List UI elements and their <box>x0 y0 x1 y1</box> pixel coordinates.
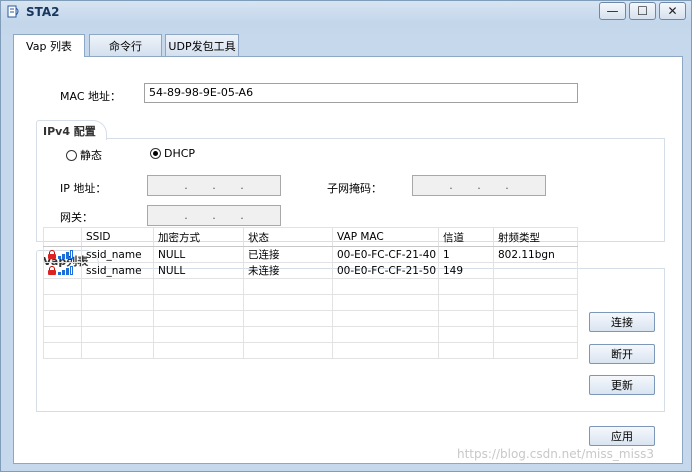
title-bar: STA2 — ☐ ✕ <box>1 1 691 25</box>
column-header-channel[interactable]: 信道 <box>438 227 494 247</box>
mask-field[interactable]: ... <box>412 175 546 196</box>
column-header-vap-mac[interactable]: VAP MAC <box>332 227 439 247</box>
maximize-button[interactable]: ☐ <box>629 2 656 20</box>
table-row-empty <box>43 278 578 295</box>
table-row-empty <box>43 294 578 311</box>
cell-encryption: NULL <box>153 262 244 279</box>
column-header-radio-type[interactable]: 射频类型 <box>493 227 578 247</box>
cell-ssid: ssid_name <box>81 262 154 279</box>
maximize-icon: ☐ <box>637 4 648 18</box>
watermark: https://blog.csdn.net/miss_miss3 <box>457 447 655 461</box>
gateway-dot: . <box>212 209 216 222</box>
signal-strength-icon <box>58 266 73 275</box>
app-window: STA2 — ☐ ✕ Vap 列表 命令行 UDP发包工具 MAC 地址： 54… <box>0 0 692 472</box>
close-button[interactable]: ✕ <box>659 2 686 20</box>
table-header: SSID 加密方式 状态 VAP MAC 信道 射频类型 <box>43 227 578 247</box>
column-header-ssid[interactable]: SSID <box>81 227 154 247</box>
dhcp-radio-label: DHCP <box>164 147 196 160</box>
cell-channel: 1 <box>438 246 494 263</box>
ipv4-group-title: IPv4 配置 <box>36 120 107 140</box>
static-radio-indicator <box>66 149 77 161</box>
tab-vap-list[interactable]: Vap 列表 <box>13 34 85 57</box>
gateway-label: 网关： <box>60 211 93 224</box>
apply-button[interactable]: 应用 <box>589 426 655 446</box>
column-header[interactable] <box>43 227 82 247</box>
table-row[interactable]: ssid_name NULL 已连接 00-E0-FC-CF-21-40 1 8… <box>43 246 578 263</box>
mac-label: MAC 地址： <box>60 90 121 103</box>
table-row-empty <box>43 326 578 343</box>
gateway-dot: . <box>240 209 244 222</box>
mask-dot: . <box>449 179 453 192</box>
gateway-dot: . <box>184 209 188 222</box>
column-header-encryption[interactable]: 加密方式 <box>153 227 244 247</box>
disconnect-button[interactable]: 断开 <box>589 344 655 364</box>
close-icon: ✕ <box>667 4 678 18</box>
minimize-icon: — <box>606 4 619 18</box>
cell-radio-type <box>493 262 578 279</box>
column-header-status[interactable]: 状态 <box>243 227 333 247</box>
refresh-button[interactable]: 更新 <box>589 375 655 395</box>
mac-field[interactable]: 54-89-98-9E-05-A6 <box>144 83 578 103</box>
ip-label: IP 地址： <box>60 182 107 195</box>
mask-label: 子网掩码： <box>327 182 382 195</box>
mask-dot: . <box>477 179 481 192</box>
tab-udp-tool[interactable]: UDP发包工具 <box>165 34 239 56</box>
vap-table: SSID 加密方式 状态 VAP MAC 信道 射频类型 ssid_name N… <box>43 227 578 359</box>
cell-encryption: NULL <box>153 246 244 263</box>
row-icons <box>43 246 82 263</box>
signal-strength-icon <box>58 250 73 259</box>
tab-command-line[interactable]: 命令行 <box>89 34 162 56</box>
ip-field[interactable]: ... <box>147 175 281 196</box>
lock-icon <box>48 266 56 275</box>
lock-icon <box>48 250 56 259</box>
table-row-empty <box>43 342 578 359</box>
static-radio[interactable]: 静态 <box>66 147 102 163</box>
table-row-empty <box>43 310 578 327</box>
table-row[interactable]: ssid_name NULL 未连接 00-E0-FC-CF-21-50 149 <box>43 262 578 279</box>
mac-value: 54-89-98-9E-05-A6 <box>149 86 254 99</box>
cell-radio-type: 802.11bgn <box>493 246 578 263</box>
cell-vap-mac: 00-E0-FC-CF-21-40 <box>332 246 439 263</box>
gateway-field[interactable]: ... <box>147 205 281 226</box>
cell-vap-mac: 00-E0-FC-CF-21-50 <box>332 262 439 279</box>
row-icons <box>43 262 82 279</box>
dhcp-radio[interactable]: DHCP <box>150 147 195 160</box>
cell-status: 未连接 <box>243 262 333 279</box>
ip-dot: . <box>212 179 216 192</box>
mask-dot: . <box>505 179 509 192</box>
connect-button[interactable]: 连接 <box>589 312 655 332</box>
cell-channel: 149 <box>438 262 494 279</box>
ip-dot: . <box>240 179 244 192</box>
app-icon <box>7 5 19 18</box>
static-radio-label: 静态 <box>80 149 102 162</box>
dhcp-radio-indicator <box>150 148 161 159</box>
cell-status: 已连接 <box>243 246 333 263</box>
ip-dot: . <box>184 179 188 192</box>
window-title: STA2 <box>26 5 60 19</box>
minimize-button[interactable]: — <box>599 2 626 20</box>
cell-ssid: ssid_name <box>81 246 154 263</box>
